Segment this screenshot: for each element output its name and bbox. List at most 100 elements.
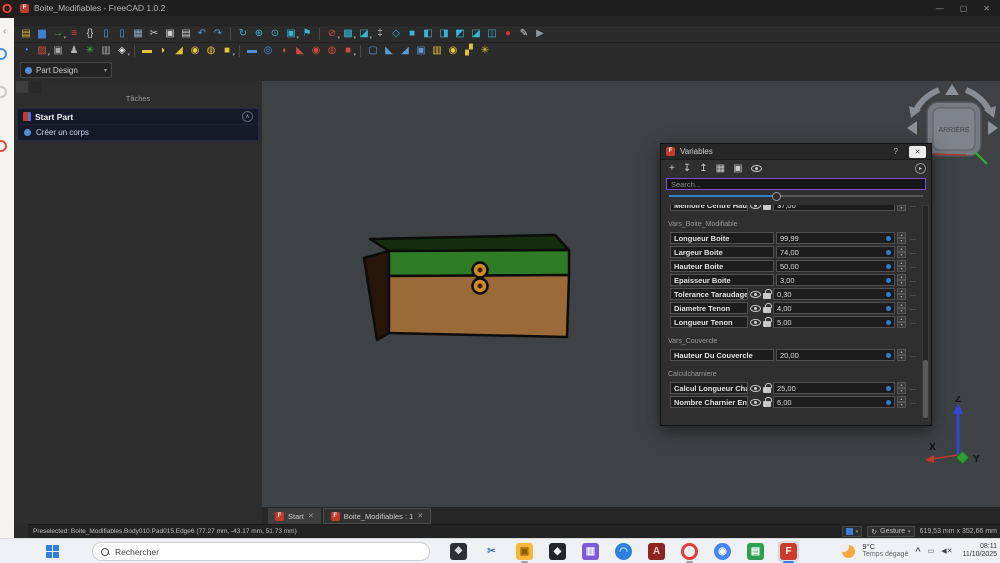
variable-value-cell[interactable]: 0,30: [773, 288, 895, 300]
value-spinner[interactable]: ▴▾: [897, 316, 906, 328]
value-spinner[interactable]: ▴▾: [897, 246, 906, 258]
eye-icon[interactable]: [750, 205, 761, 209]
save-button[interactable]: ▦: [130, 27, 146, 42]
app-green[interactable]: ▤: [745, 541, 766, 562]
more-options-button[interactable]: ...: [908, 352, 918, 359]
redo-button[interactable]: ↷: [210, 27, 226, 42]
subtractive-loft-button[interactable]: ◣: [292, 44, 308, 59]
lock-icon[interactable]: [763, 387, 771, 393]
volume-muted-icon[interactable]: ◀✕: [941, 547, 952, 555]
zoom-in-button[interactable]: ⊕: [251, 27, 267, 42]
more-options-button[interactable]: ...: [908, 249, 918, 256]
view-bottom-button[interactable]: ◪: [468, 27, 484, 42]
app-task-view[interactable]: ❖: [448, 541, 469, 562]
scrollbar-thumb[interactable]: [923, 360, 928, 418]
panel-tab[interactable]: [29, 81, 41, 93]
shape-binder-button[interactable]: ✳: [82, 44, 98, 59]
app-edge[interactable]: ◠: [613, 541, 634, 562]
variable-value-cell[interactable]: 37,00: [773, 205, 895, 211]
eye-icon[interactable]: [750, 385, 761, 392]
measure-button[interactable]: ‡: [372, 27, 388, 42]
add-variable-button[interactable]: +: [669, 164, 675, 174]
taskbar-search-input[interactable]: Rechercher: [92, 542, 430, 561]
variable-value-cell[interactable]: 4,00: [773, 302, 895, 314]
view-isometric-button[interactable]: ◇: [388, 27, 404, 42]
revolution-button[interactable]: ◗: [155, 44, 171, 59]
value-spinner[interactable]: ▴▾: [897, 274, 906, 286]
texture-view-button[interactable]: ▩ ▾: [340, 27, 356, 42]
close-button[interactable]: ✕: [983, 4, 990, 13]
more-options-button[interactable]: ...: [908, 305, 918, 312]
mirrored-button[interactable]: ▞: [461, 44, 477, 59]
value-spinner[interactable]: ▴▾: [897, 232, 906, 244]
table-view-button[interactable]: ▦: [716, 164, 725, 174]
cut-button[interactable]: ✂: [146, 27, 162, 42]
thickness-button[interactable]: ▣: [413, 44, 429, 59]
copy-variables-button[interactable]: ▣: [733, 164, 742, 174]
lock-icon[interactable]: [763, 401, 771, 407]
variable-value-cell[interactable]: 6,00: [773, 396, 895, 408]
multitransform-button[interactable]: ✳: [477, 44, 493, 59]
chamfer-button[interactable]: ◣: [381, 44, 397, 59]
more-options-button[interactable]: ...: [908, 235, 918, 242]
chest-model[interactable]: [360, 230, 572, 342]
refresh-button[interactable]: ↻: [235, 27, 251, 42]
zoom-selection-button[interactable]: ⊙: [267, 27, 283, 42]
eye-icon[interactable]: [750, 305, 761, 312]
value-spinner[interactable]: ▴▾: [897, 349, 906, 361]
open-document-button[interactable]: ▆: [34, 27, 50, 42]
fit-all-button[interactable]: ▣ ▾: [283, 27, 299, 42]
workbench-selector[interactable]: Part Design ▾: [20, 62, 112, 78]
view-right-button[interactable]: ◨: [436, 27, 452, 42]
app-dark-badge[interactable]: ◆: [547, 541, 568, 562]
linear-pattern-button[interactable]: ▥: [429, 44, 445, 59]
edit-sketch-button[interactable]: ▣: [50, 44, 66, 59]
panel-tab[interactable]: [16, 81, 28, 93]
document-tab[interactable]: F Start ✕: [268, 508, 321, 524]
more-options-button[interactable]: ...: [908, 205, 918, 209]
more-options-button[interactable]: ...: [908, 291, 918, 298]
variables-slider[interactable]: [669, 192, 923, 201]
variable-value-cell[interactable]: 25,00: [773, 382, 895, 394]
close-dialog-button[interactable]: ✕: [909, 146, 926, 158]
undo-button[interactable]: ↶: [194, 27, 210, 42]
tray-expand-chevron[interactable]: ^: [915, 546, 920, 556]
new-document-button[interactable]: ▤: [18, 27, 34, 42]
app-file-explorer[interactable]: ▣: [514, 541, 535, 562]
variable-value-cell[interactable]: 20,00: [776, 349, 895, 361]
view-top-button[interactable]: ◧: [420, 27, 436, 42]
app-chrome[interactable]: ◉: [712, 541, 733, 562]
app-freecad[interactable]: F: [778, 541, 799, 562]
lock-icon[interactable]: [763, 293, 771, 299]
lock-icon[interactable]: [763, 321, 771, 327]
polar-pattern-button[interactable]: ◉: [445, 44, 461, 59]
subtractive-helix-button[interactable]: ◍: [324, 44, 340, 59]
toggle-visibility-button[interactable]: [751, 165, 762, 172]
app-snipping-tool[interactable]: ✂: [481, 541, 502, 562]
more-options-button[interactable]: ...: [908, 399, 918, 406]
app-colorful[interactable]: ▥: [580, 541, 601, 562]
eye-icon[interactable]: [750, 291, 761, 298]
variable-value-cell[interactable]: 50,00: [776, 260, 895, 272]
lock-icon[interactable]: [763, 307, 771, 313]
groove-button[interactable]: ◖: [276, 44, 292, 59]
view-rear-button[interactable]: ◩: [452, 27, 468, 42]
clone-button[interactable]: ▥: [98, 44, 114, 59]
more-options-button[interactable]: ...: [908, 319, 918, 326]
clock-widget[interactable]: 08:11 11/10/2025: [962, 543, 997, 560]
subtractive-pipe-button[interactable]: ◉: [308, 44, 324, 59]
value-spinner[interactable]: ▴▾: [897, 302, 906, 314]
link-button[interactable]: ▯: [114, 27, 130, 42]
variables-scrollbar[interactable]: [922, 205, 929, 421]
view-front-button[interactable]: ■: [404, 27, 420, 42]
variable-value-cell[interactable]: 99,99: [776, 232, 895, 244]
view-left-button[interactable]: ◫: [484, 27, 500, 42]
cast-screen-icon[interactable]: ▭: [928, 547, 935, 555]
minimize-button[interactable]: —: [936, 4, 944, 13]
preferences-button[interactable]: ≡: [66, 27, 82, 42]
more-options-button[interactable]: ...: [908, 385, 918, 392]
close-tab-icon[interactable]: ✕: [417, 512, 423, 520]
document-tab[interactable]: F Boite_Modifiables : 1 ✕: [323, 508, 432, 524]
variable-value-cell[interactable]: 3,00: [776, 274, 895, 286]
create-datum-button[interactable]: ◈ ▾: [114, 44, 130, 59]
